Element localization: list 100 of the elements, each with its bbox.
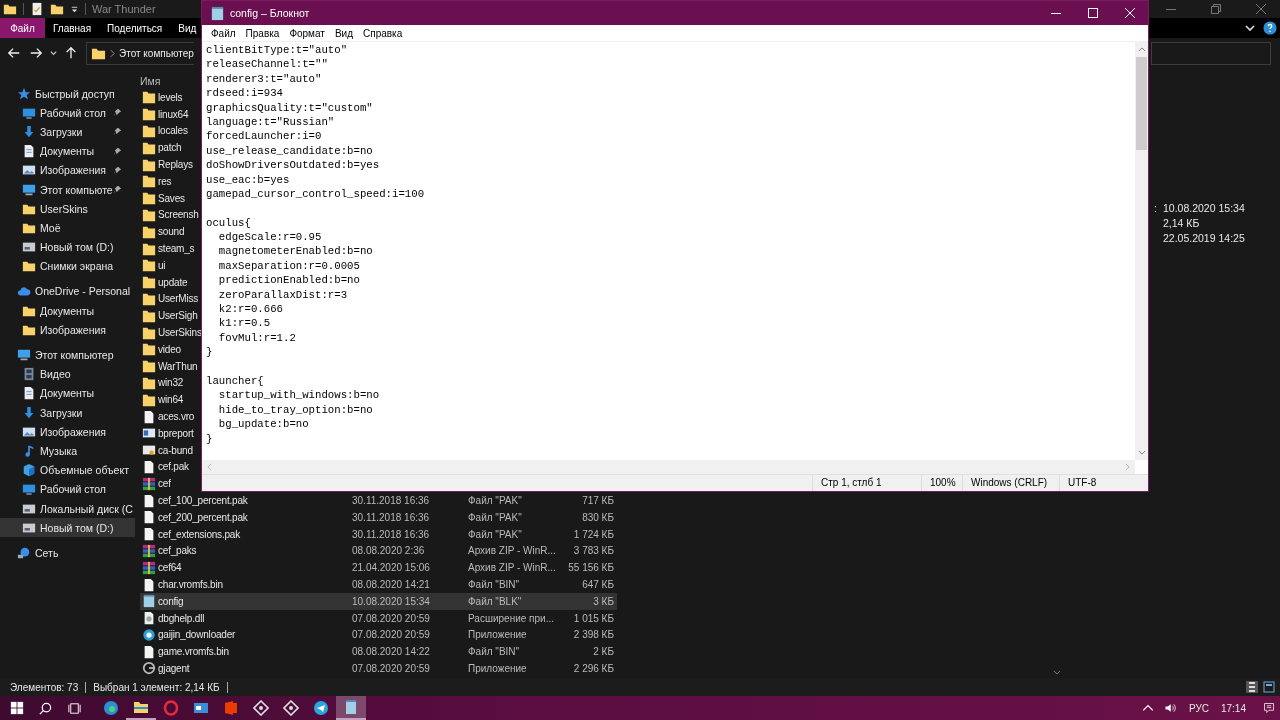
nav-item[interactable]: Новый том (D:) bbox=[0, 237, 135, 257]
nav-item[interactable]: Быстрый доступ bbox=[0, 84, 135, 104]
modified-date: 21.04.2020 15:06 bbox=[352, 562, 430, 574]
nav-item[interactable]: Документы bbox=[0, 301, 135, 321]
file-name: cef_200_percent.pak bbox=[158, 511, 248, 523]
file-row[interactable]: locales bbox=[140, 122, 189, 140]
nav-item[interactable]: Изображения bbox=[0, 160, 135, 180]
file-row[interactable]: cef_extensions.pak 30.11.2018 16:36 Файл "PAK" 1 724 КБ bbox=[140, 525, 617, 543]
ribbon-tab[interactable]: Поделиться bbox=[99, 18, 171, 38]
nav-item[interactable]: Снимки экрана bbox=[0, 256, 135, 276]
file-row[interactable]: cef_100_percent.pak 30.11.2018 16:36 Файл "PAK" 717 КБ bbox=[140, 492, 617, 509]
file-row[interactable]: bpreport bbox=[140, 424, 195, 442]
file-size: 2 398 КБ bbox=[573, 629, 614, 641]
menu-item[interactable]: Файл bbox=[206, 27, 241, 39]
file-type: Архив ZIP - WinR... bbox=[468, 562, 556, 574]
file-row[interactable]: patch bbox=[140, 139, 183, 157]
text-line: clientBitType:t="auto" bbox=[206, 43, 349, 58]
file-row[interactable]: ca-bund bbox=[140, 441, 194, 459]
nav-item[interactable]: Видео bbox=[0, 364, 135, 384]
file-name: win64 bbox=[158, 394, 184, 406]
nav-item[interactable]: Рабочий стол bbox=[0, 103, 135, 123]
file-row[interactable]: res bbox=[140, 173, 173, 190]
modified-date: 07.08.2020 20:59 bbox=[352, 612, 430, 624]
nav-item[interactable]: OneDrive - Personal bbox=[0, 281, 135, 302]
modified-date: 30.11.2018 16:36 bbox=[352, 511, 430, 523]
nav-item[interactable]: Изображения bbox=[0, 320, 135, 340]
file-row[interactable]: ui bbox=[140, 256, 167, 274]
detail-value: 22.05.2019 14:25 bbox=[1163, 231, 1245, 244]
file-row[interactable]: dbghelp.dll 07.08.2020 20:59 Расширение при... 1 015 КБ bbox=[140, 609, 617, 627]
file-row[interactable]: UserSkins bbox=[140, 324, 203, 341]
menu-item[interactable]: Формат bbox=[284, 27, 330, 39]
file-row[interactable]: cef_paks 08.08.2020 2:36 Архив ZIP - WinR... 3 783 КБ bbox=[140, 542, 617, 560]
file-row[interactable]: game.vromfs.bin 08.08.2020 14:22 Файл "BIN" 2 КБ bbox=[140, 643, 617, 661]
text-line: k1:r=0.5 bbox=[217, 316, 272, 331]
file-row[interactable]: Screensh bbox=[140, 206, 200, 224]
text-line: magnetometerEnabled:b=no bbox=[217, 244, 374, 259]
file-row[interactable]: WarThun bbox=[140, 357, 199, 375]
nav-item[interactable]: Сеть bbox=[0, 543, 135, 563]
column-header[interactable]: Имя bbox=[140, 75, 161, 87]
detail-value: 2,14 КБ bbox=[1163, 216, 1200, 229]
nav-item[interactable]: UserSkins bbox=[0, 199, 135, 219]
line-ending: Windows (CRLF) bbox=[962, 475, 1059, 491]
file-name: levels bbox=[158, 91, 183, 103]
nav-item[interactable]: Этот компьюте bbox=[0, 179, 135, 200]
nav-item[interactable]: Новый том (D:) bbox=[0, 518, 135, 538]
file-row[interactable]: UserSigh bbox=[140, 307, 199, 325]
nav-item[interactable]: Локальный диск (С bbox=[0, 498, 135, 519]
file-type: Файл "PAK" bbox=[468, 528, 522, 540]
file-row[interactable]: aces.vro bbox=[140, 408, 196, 425]
file-row[interactable]: UserMiss bbox=[140, 290, 200, 308]
file-row[interactable]: update bbox=[140, 273, 189, 291]
file-row[interactable]: cef_200_percent.pak 30.11.2018 16:36 Файл "PAK" 830 КБ bbox=[140, 508, 617, 526]
ribbon-tab[interactable]: Главная bbox=[45, 18, 100, 38]
nav-item[interactable]: Загрузки bbox=[0, 122, 135, 142]
file-row[interactable]: gjagent 07.08.2020 20:59 Приложение 2 296 КБ bbox=[140, 660, 617, 677]
nav-item[interactable]: Музыка bbox=[0, 441, 135, 461]
file-size: 2 КБ bbox=[593, 646, 614, 658]
file-size: 3 783 КБ bbox=[573, 545, 614, 557]
clock[interactable]: 17:14 bbox=[1220, 702, 1246, 714]
file-row[interactable]: char.vromfs.bin 08.08.2020 14:21 Файл "BIN" 647 КБ bbox=[140, 576, 617, 593]
file-name: config bbox=[158, 595, 184, 607]
file-row[interactable]: cef.pak bbox=[140, 458, 190, 476]
file-row[interactable]: levels bbox=[140, 89, 184, 106]
file-row[interactable]: config 10.08.2020 15:34 Файл "BLK" 3 КБ bbox=[140, 592, 617, 610]
file-row[interactable]: gaijin_downloader 07.08.2020 20:59 Приложение 2 398 КБ bbox=[140, 626, 617, 644]
file-menu-button[interactable]: Файл bbox=[0, 18, 45, 38]
breadcrumb[interactable]: Этот компьютер bbox=[119, 47, 194, 59]
file-row[interactable]: win32 bbox=[140, 374, 185, 392]
file-row[interactable]: Replays bbox=[140, 156, 194, 173]
nav-item[interactable]: Документы bbox=[0, 141, 135, 161]
file-row[interactable]: win64 bbox=[140, 391, 185, 409]
file-row[interactable]: sound bbox=[140, 223, 186, 241]
language-indicator[interactable]: РУС bbox=[1188, 702, 1209, 714]
text-line: k2:r=0.666 bbox=[217, 302, 284, 317]
nav-item[interactable]: Этот компьютер bbox=[0, 345, 135, 365]
file-name: cef_extensions.pak bbox=[158, 528, 240, 540]
nav-item[interactable]: Объемные объект bbox=[0, 460, 135, 480]
file-row[interactable]: cef64 21.04.2020 15:06 Архив ZIP - WinR... 55 156 КБ bbox=[140, 559, 617, 577]
file-row[interactable]: Saves bbox=[140, 189, 186, 207]
detail-value: 10.08.2020 15:34 bbox=[1163, 201, 1245, 214]
nav-item[interactable]: Изображения bbox=[0, 422, 135, 442]
menu-item[interactable]: Правка bbox=[240, 27, 285, 39]
file-row[interactable]: video bbox=[140, 340, 182, 358]
file-type: Приложение bbox=[468, 629, 527, 641]
ribbon-tab[interactable]: Вид bbox=[170, 18, 205, 38]
nav-item[interactable]: Рабочий стол bbox=[0, 479, 135, 499]
file-row[interactable]: steam_s bbox=[140, 240, 196, 257]
menu-item[interactable]: Вид bbox=[329, 27, 358, 39]
text-line: zeroParallaxDist:r=3 bbox=[217, 287, 349, 303]
text-line: bg_update:b=no bbox=[217, 417, 310, 432]
file-size: 830 КБ bbox=[582, 511, 614, 523]
file-size: 2 296 КБ bbox=[573, 663, 614, 674]
text-line: rdseed:i=934 bbox=[206, 86, 284, 101]
file-row[interactable]: cef bbox=[140, 475, 172, 493]
menu-item[interactable]: Справка bbox=[358, 27, 408, 39]
address-bar[interactable]: Этот компьютер bbox=[86, 41, 194, 65]
nav-item[interactable]: Загрузки bbox=[0, 403, 135, 423]
nav-item[interactable]: Документы bbox=[0, 383, 135, 403]
file-row[interactable]: linux64 bbox=[140, 105, 190, 123]
nav-item[interactable]: Моё bbox=[0, 218, 135, 238]
